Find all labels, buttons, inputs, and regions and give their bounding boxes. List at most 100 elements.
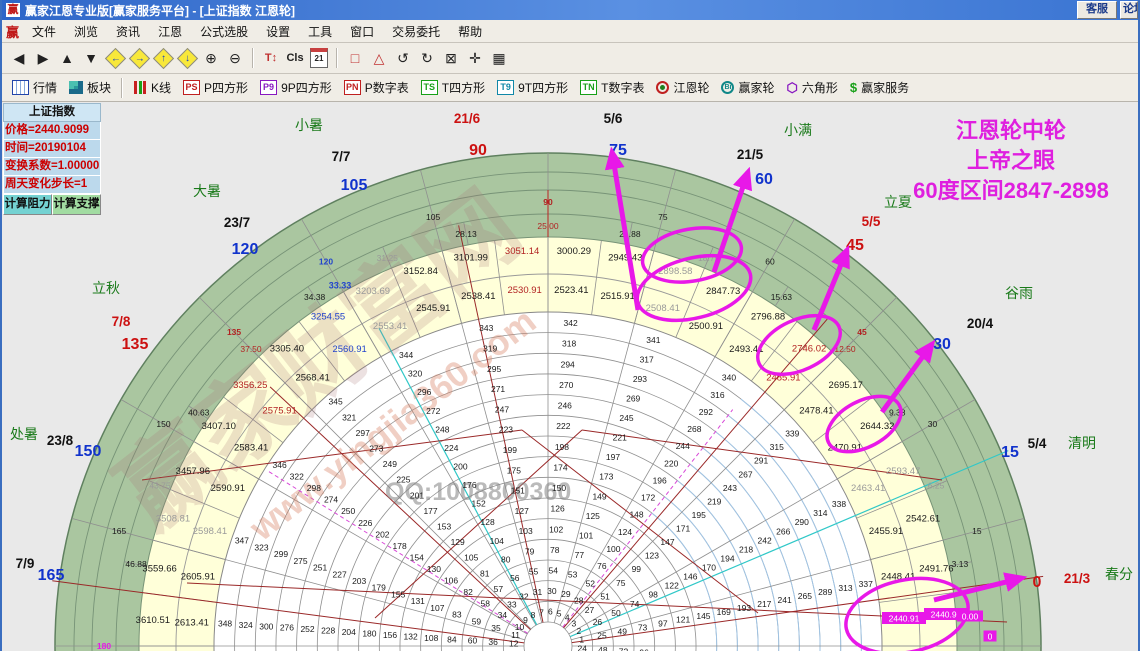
toolbar-item-9t-square[interactable]: T9 9T四方形 — [491, 77, 574, 98]
toolbar-main: ◀ ▶ ▲ ▼ ← → ↑ ↓ ⊕ ⊖ T↕ Cls 21 □ △ ↺ ↻ ⊠ ✛ ▦ — [2, 43, 1138, 74]
eraser-icon[interactable]: ▦ — [488, 47, 510, 69]
winner-service-label: 赢家服务 — [861, 81, 910, 95]
pan-up-icon[interactable]: ↑ — [152, 47, 174, 69]
calendar-icon[interactable]: 21 — [308, 47, 330, 69]
clipped-forum-button[interactable]: 论坛 — [1120, 1, 1138, 19]
calc-resistance-button[interactable]: 计算阻力 — [3, 194, 52, 215]
svg-text:228: 228 — [321, 626, 335, 636]
svg-text:98: 98 — [648, 590, 658, 600]
svg-text:2523.41: 2523.41 — [554, 285, 588, 296]
toolbar-item-quotes[interactable]: 行情 — [6, 77, 63, 98]
svg-text:124: 124 — [618, 527, 632, 537]
menu-item-9[interactable]: 帮助 — [449, 21, 491, 42]
svg-text:57: 57 — [494, 584, 504, 594]
pan-left-icon[interactable]: ← — [104, 47, 126, 69]
svg-text:28.13: 28.13 — [455, 229, 477, 239]
svg-text:315: 315 — [770, 442, 784, 452]
menu-item-1[interactable]: 浏览 — [65, 21, 107, 42]
nav-up-icon[interactable]: ▲ — [56, 47, 78, 69]
application-window: 赢 赢家江恩专业版[赢家服务平台] - [上证指数 江恩轮] 客服 论坛 赢 文… — [0, 0, 1140, 651]
winner-wheel-icon: Bi — [721, 81, 735, 94]
t-number-table-icon: TN — [580, 80, 598, 95]
svg-text:126: 126 — [551, 504, 565, 514]
menu-item-6[interactable]: 工具 — [299, 21, 341, 42]
svg-text:339: 339 — [785, 429, 799, 439]
svg-text:106: 106 — [444, 576, 458, 586]
svg-text:155: 155 — [391, 589, 405, 599]
menu-item-4[interactable]: 公式选股 — [191, 21, 257, 42]
svg-text:50: 50 — [611, 608, 621, 618]
svg-text:30: 30 — [928, 419, 938, 429]
toolbar-item-p-number-table[interactable]: PN P数字表 — [338, 77, 415, 98]
svg-text:121: 121 — [676, 615, 690, 625]
customer-service-button[interactable]: 客服 — [1077, 1, 1117, 19]
9t-square-label: 9T四方形 — [518, 81, 569, 95]
svg-text:170: 170 — [702, 563, 716, 573]
toolbar-item-hexagon[interactable]: ⬡ 六角形 — [781, 77, 844, 98]
svg-text:105: 105 — [426, 212, 440, 222]
toolbar-item-gann-wheel[interactable]: 江恩轮 — [650, 77, 715, 98]
cls-button[interactable]: Cls — [284, 47, 306, 69]
nav-left-icon[interactable]: ◀ — [8, 47, 30, 69]
svg-text:52: 52 — [586, 578, 596, 588]
info-row-1: 时间=20190104 — [3, 140, 101, 158]
zoom-out-icon[interactable]: ⊖ — [224, 47, 246, 69]
rotate-cw-icon[interactable]: ↻ — [416, 47, 438, 69]
menu-item-5[interactable]: 设置 — [257, 21, 299, 42]
svg-text:90: 90 — [469, 142, 487, 159]
menu-item-0[interactable]: 文件 — [23, 21, 65, 42]
nav-down-icon[interactable]: ▼ — [80, 47, 102, 69]
svg-text:242: 242 — [758, 535, 772, 545]
toolbar-item-9p-square[interactable]: P9 9P四方形 — [254, 77, 338, 98]
svg-text:165: 165 — [112, 526, 126, 536]
svg-text:72: 72 — [619, 646, 629, 651]
pan-right-icon[interactable]: → — [128, 47, 150, 69]
svg-text:269: 269 — [626, 394, 640, 404]
svg-text:24: 24 — [578, 643, 588, 651]
svg-text:3101.99: 3101.99 — [454, 253, 488, 264]
svg-text:5/4: 5/4 — [1028, 436, 1047, 451]
svg-text:40.63: 40.63 — [188, 408, 210, 418]
svg-text:清明: 清明 — [1068, 435, 1096, 451]
toolbar-item-t-number-table[interactable]: TN T数字表 — [574, 77, 650, 98]
toolbar-item-p-square[interactable]: PS P四方形 — [177, 77, 254, 98]
menu-item-7[interactable]: 窗口 — [341, 21, 383, 42]
svg-text:275: 275 — [293, 556, 307, 566]
pan-down-icon[interactable]: ↓ — [176, 47, 198, 69]
svg-text:122: 122 — [665, 581, 679, 591]
svg-text:196: 196 — [653, 475, 667, 485]
svg-text:12: 12 — [509, 639, 519, 649]
move-tool-icon[interactable]: ✛ — [464, 47, 486, 69]
title-bar[interactable]: 赢 赢家江恩专业版[赢家服务平台] - [上证指数 江恩轮] 客服 论坛 — [2, 0, 1138, 20]
svg-text:30: 30 — [547, 586, 557, 596]
rotate-ccw-icon[interactable]: ↺ — [392, 47, 414, 69]
delete-box-icon[interactable]: ⊠ — [440, 47, 462, 69]
triangle-tool-icon[interactable]: △ — [368, 47, 390, 69]
toolbar-item-sectors[interactable]: 板块 — [63, 77, 117, 98]
svg-text:31.25: 31.25 — [377, 253, 399, 263]
svg-text:34: 34 — [498, 610, 508, 620]
9p-square-icon: P9 — [260, 80, 278, 95]
svg-text:4: 4 — [565, 613, 570, 623]
menu-item-2[interactable]: 资讯 — [107, 21, 149, 42]
svg-text:73: 73 — [638, 623, 648, 633]
toolbar-item-kline[interactable]: K线 — [127, 77, 177, 98]
menu-item-8[interactable]: 交易委托 — [383, 21, 449, 42]
svg-text:2455.91: 2455.91 — [869, 526, 903, 537]
zoom-in-icon[interactable]: ⊕ — [200, 47, 222, 69]
svg-text:250: 250 — [341, 506, 355, 516]
square-tool-icon[interactable]: □ — [344, 47, 366, 69]
toolbar-item-t-square[interactable]: TS T四方形 — [415, 77, 491, 98]
svg-text:0: 0 — [1033, 574, 1042, 591]
time-axis-icon[interactable]: T↕ — [260, 47, 282, 69]
calc-support-button[interactable]: 计算支撑 — [52, 194, 101, 215]
menu-item-3[interactable]: 江恩 — [149, 21, 191, 42]
toolbar-item-winner-service[interactable]: $ 赢家服务 — [844, 77, 915, 98]
nav-right-icon[interactable]: ▶ — [32, 47, 54, 69]
toolbar-item-winner-wheel[interactable]: Bi 赢家轮 — [715, 77, 780, 98]
app-logo-icon: 赢 — [6, 3, 20, 17]
svg-text:152: 152 — [471, 499, 485, 509]
svg-text:30: 30 — [933, 336, 951, 353]
svg-text:132: 132 — [404, 631, 418, 641]
svg-text:6: 6 — [548, 607, 553, 617]
